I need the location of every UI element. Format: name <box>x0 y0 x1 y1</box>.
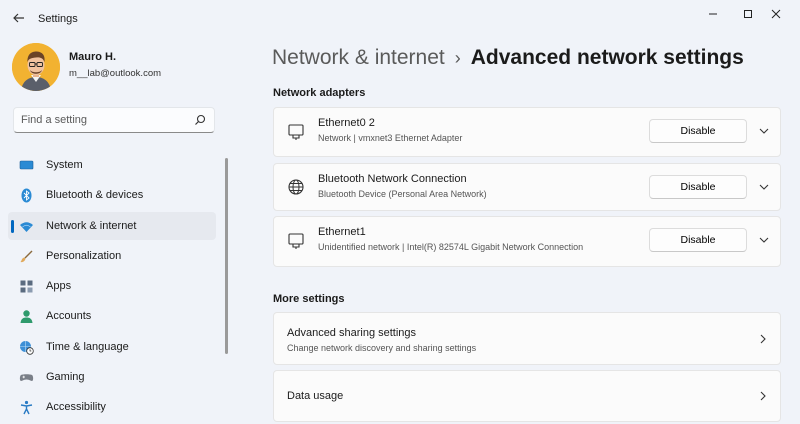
accessibility-icon <box>20 401 33 415</box>
globe-clock-icon <box>20 340 34 355</box>
sidebar-item-label: Bluetooth & devices <box>46 189 144 202</box>
sidebar: Mauro H. m__lab@outlook.com System Bluet… <box>0 36 228 424</box>
setting-title: Advanced sharing settings <box>287 327 417 339</box>
chevron-down-icon[interactable] <box>758 125 770 137</box>
sidebar-item-system[interactable]: System <box>8 151 216 179</box>
sidebar-item-label: Accessibility <box>46 401 106 414</box>
sidebar-item-accounts[interactable]: Accounts <box>8 302 216 330</box>
chevron-down-icon[interactable] <box>758 181 770 193</box>
back-button[interactable] <box>8 8 30 28</box>
adapter-description: Bluetooth Device (Personal Area Network) <box>318 189 487 199</box>
sidebar-item-label: Accounts <box>46 310 92 323</box>
user-name: Mauro H. <box>69 51 117 63</box>
sidebar-item-label: Personalization <box>46 249 122 262</box>
avatar <box>12 43 60 91</box>
disable-button[interactable]: Disable <box>649 119 747 143</box>
active-indicator <box>11 219 14 233</box>
chevron-down-icon[interactable] <box>758 234 770 246</box>
adapter-name: Bluetooth Network Connection <box>318 173 467 185</box>
user-profile[interactable]: Mauro H. m__lab@outlook.com <box>12 43 222 91</box>
ethernet-icon <box>288 233 304 249</box>
advanced-sharing-settings-item[interactable]: Advanced sharing settings Change network… <box>273 312 781 365</box>
disable-button[interactable]: Disable <box>649 228 747 252</box>
sidebar-scrollbar[interactable] <box>225 158 228 354</box>
app-title: Settings <box>38 13 78 25</box>
sidebar-item-label: Network & internet <box>46 219 137 232</box>
disable-button[interactable]: Disable <box>649 175 747 199</box>
sidebar-nav: System Bluetooth & devices Network & int… <box>8 151 216 424</box>
search-icon[interactable] <box>194 114 206 126</box>
brush-icon <box>20 250 33 263</box>
close-icon <box>771 9 781 19</box>
breadcrumb: Network & internet › Advanced network sett… <box>272 46 744 70</box>
apps-icon <box>20 280 33 293</box>
close-button[interactable] <box>758 6 794 22</box>
minimize-button[interactable] <box>695 6 731 22</box>
adapter-card-ethernet0-2[interactable]: Ethernet0 2 Network | vmxnet3 Ethernet A… <box>273 107 781 157</box>
sidebar-item-time-language[interactable]: Time & language <box>8 333 216 361</box>
monitor-icon <box>19 160 34 170</box>
user-email: m__lab@outlook.com <box>69 68 162 79</box>
data-usage-item[interactable]: Data usage <box>273 370 781 422</box>
sidebar-item-personalization[interactable]: Personalization <box>8 242 216 270</box>
bluetooth-icon <box>21 188 32 203</box>
adapter-card-ethernet1[interactable]: Ethernet1 Unidentified network | Intel(R… <box>273 216 781 267</box>
sidebar-item-label: Apps <box>46 280 72 293</box>
sidebar-item-label: System <box>46 159 83 171</box>
search-input[interactable] <box>14 108 189 132</box>
sidebar-item-apps[interactable]: Apps <box>8 272 216 300</box>
section-title-more-settings: More settings <box>273 293 345 305</box>
globe-icon <box>288 179 304 195</box>
sidebar-item-label: Gaming <box>46 371 85 384</box>
ethernet-icon <box>288 124 304 140</box>
section-title-network-adapters: Network adapters <box>273 87 366 99</box>
adapter-description: Unidentified network | Intel(R) 82574L G… <box>318 242 584 252</box>
chevron-right-icon <box>760 391 766 401</box>
adapter-name: Ethernet1 <box>318 226 366 238</box>
sidebar-item-accessibility[interactable]: Accessibility <box>8 393 216 421</box>
gamepad-icon <box>19 374 34 382</box>
sidebar-item-gaming[interactable]: Gaming <box>8 363 216 391</box>
page-title: Advanced network settings <box>470 46 744 69</box>
person-icon <box>20 310 33 324</box>
minimize-icon <box>709 13 717 15</box>
breadcrumb-parent[interactable]: Network & internet <box>272 46 445 69</box>
wifi-icon <box>20 221 33 232</box>
search-box[interactable] <box>13 107 215 133</box>
maximize-icon <box>744 10 752 18</box>
sidebar-item-bluetooth-devices[interactable]: Bluetooth & devices <box>8 181 216 209</box>
adapter-name: Ethernet0 2 <box>318 117 375 129</box>
setting-title: Data usage <box>287 390 344 402</box>
breadcrumb-separator: › <box>454 48 461 68</box>
sidebar-item-label: Time & language <box>46 340 129 353</box>
chevron-right-icon <box>760 334 766 344</box>
title-bar: Settings <box>0 0 800 36</box>
adapter-description: Network | vmxnet3 Ethernet Adapter <box>318 133 463 143</box>
sidebar-item-network-internet[interactable]: Network & internet <box>8 211 216 240</box>
setting-description: Change network discovery and sharing set… <box>287 343 477 353</box>
adapter-card-bluetooth[interactable]: Bluetooth Network Connection Bluetooth D… <box>273 163 781 211</box>
arrow-left-icon <box>13 13 24 23</box>
